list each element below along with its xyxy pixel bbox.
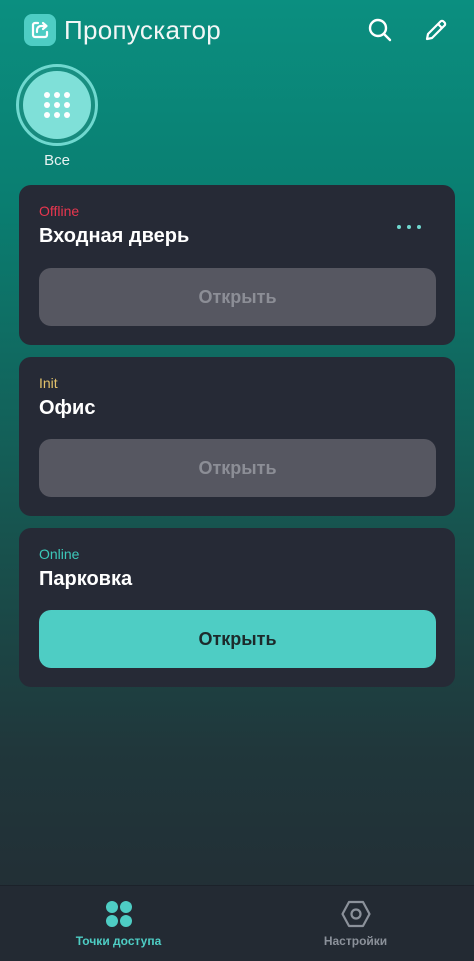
four-circles-icon (105, 900, 132, 927)
app-header: Пропускатор (0, 0, 474, 60)
groups-row: Все (16, 64, 98, 169)
app-title: Пропускатор (64, 14, 222, 45)
access-point-name: Входная дверь (39, 225, 190, 247)
header-actions (366, 16, 450, 44)
open-button[interactable]: Открыть (39, 610, 436, 668)
status-label: Init (39, 375, 58, 391)
app-root: Пропускатор Все Offline Входная дверь От… (0, 0, 474, 961)
open-button[interactable]: Открыть (39, 439, 436, 497)
access-point-card: Offline Входная дверь Открыть (19, 185, 455, 345)
status-label: Online (39, 546, 80, 562)
access-point-card: Online Парковка Открыть (19, 528, 455, 687)
search-icon (368, 18, 392, 42)
edit-button[interactable] (422, 16, 450, 44)
access-point-name: Офис (39, 397, 96, 419)
hexagon-settings-icon (340, 900, 371, 927)
access-point-name: Парковка (39, 568, 133, 590)
status-label: Offline (39, 203, 80, 219)
search-button[interactable] (366, 16, 394, 44)
nav-access-points[interactable]: Точки доступа (0, 886, 237, 961)
grid-dots-icon (23, 71, 91, 139)
nav-label: Настройки (323, 933, 388, 948)
group-label: Все (44, 152, 70, 169)
group-ring (16, 64, 98, 146)
group-all[interactable]: Все (16, 64, 98, 169)
exit-arrow-icon (24, 14, 56, 46)
open-button[interactable]: Открыть (39, 268, 436, 326)
bottom-nav: Точки доступа Настройки (0, 885, 474, 961)
nav-label: Точки доступа (75, 933, 162, 948)
access-point-card: Init Офис Открыть (19, 357, 455, 516)
nav-settings[interactable]: Настройки (237, 886, 474, 961)
pencil-icon (425, 19, 447, 41)
more-options-icon[interactable] (397, 221, 421, 233)
